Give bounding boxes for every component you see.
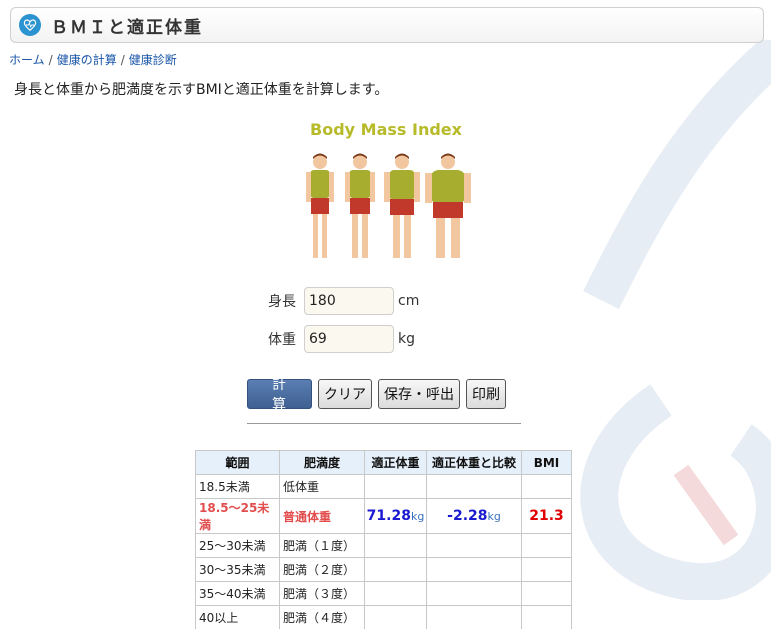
bmi-cell: 21.3 bbox=[521, 498, 572, 534]
illustration-title: Body Mass Index bbox=[310, 120, 462, 139]
column-header-ideal-weight: 適正体重 bbox=[364, 450, 427, 475]
category-cell: 普通体重 bbox=[279, 498, 365, 534]
bmi-cell bbox=[521, 605, 572, 629]
page-title: ＢＭＩと適正体重 bbox=[51, 17, 203, 38]
bmi-cell bbox=[521, 474, 572, 499]
intro-text: 身長と体重から肥満度を示すBMIと適正体重を計算します。 bbox=[14, 82, 389, 98]
weight-unit: kg bbox=[398, 331, 415, 347]
range-cell: 18.5～25未満 bbox=[195, 498, 280, 534]
ideal-weight-cell bbox=[364, 581, 427, 606]
range-cell: 18.5未満 bbox=[195, 474, 280, 499]
ideal-weight-cell bbox=[364, 557, 427, 582]
range-cell: 25～30未満 bbox=[195, 533, 280, 558]
weight-input[interactable] bbox=[304, 325, 394, 353]
table-row-highlighted: 18.5～25未満 普通体重 71.28kg -2.28kg 21.3 bbox=[195, 498, 572, 534]
category-cell: 肥満（１度） bbox=[279, 533, 365, 558]
ideal-weight-cell bbox=[364, 605, 427, 629]
table-row: 35～40未満 肥満（３度） bbox=[195, 581, 572, 606]
calculate-button[interactable]: 計 算 bbox=[247, 377, 312, 413]
breadcrumb-separator: / bbox=[48, 53, 53, 67]
column-header-bmi: BMI bbox=[521, 450, 572, 475]
divider bbox=[247, 423, 521, 424]
heart-pulse-icon bbox=[19, 14, 41, 36]
breadcrumb: ホーム / 健康の計算 / 健康診断 bbox=[9, 51, 177, 68]
range-cell: 30～35未満 bbox=[195, 557, 280, 582]
ideal-weight-cell bbox=[364, 533, 427, 558]
height-label: 身長 bbox=[268, 294, 296, 310]
results-table: 範囲 肥満度 適正体重 適正体重と比較 BMI 18.5未満 低体重 18.5～… bbox=[195, 450, 572, 629]
breadcrumb-home[interactable]: ホーム bbox=[9, 53, 45, 67]
save-load-button[interactable]: 保存・呼出 bbox=[378, 379, 460, 409]
ideal-weight-cell bbox=[364, 474, 427, 499]
bmi-body-figures-illustration bbox=[306, 153, 471, 258]
breadcrumb-health-check[interactable]: 健康診断 bbox=[129, 53, 177, 67]
bmi-cell bbox=[521, 533, 572, 558]
bmi-cell bbox=[521, 557, 572, 582]
category-cell: 低体重 bbox=[279, 474, 365, 499]
range-cell: 35～40未満 bbox=[195, 581, 280, 606]
bmi-cell bbox=[521, 581, 572, 606]
column-header-weight-diff: 適正体重と比較 bbox=[426, 450, 522, 475]
bmi-value: 21.3 bbox=[529, 508, 564, 524]
weight-diff-cell bbox=[426, 581, 522, 606]
ideal-weight-value: 71.28 bbox=[366, 508, 411, 524]
weight-row: 体重 kg bbox=[268, 325, 415, 353]
background-watermark bbox=[580, 40, 771, 600]
ideal-weight-cell: 71.28kg bbox=[364, 498, 427, 534]
category-cell: 肥満（４度） bbox=[279, 605, 365, 629]
weight-diff-cell: -2.28kg bbox=[426, 498, 522, 534]
weight-diff-cell bbox=[426, 605, 522, 629]
table-row: 40以上 肥満（４度） bbox=[195, 605, 572, 629]
weight-diff-cell bbox=[426, 474, 522, 499]
weight-diff-unit: kg bbox=[487, 510, 501, 523]
category-cell: 肥満（３度） bbox=[279, 581, 365, 606]
clear-button[interactable]: クリア bbox=[318, 379, 372, 409]
print-button[interactable]: 印刷 bbox=[466, 379, 506, 409]
height-unit: cm bbox=[398, 293, 420, 309]
height-input[interactable] bbox=[304, 287, 394, 315]
height-row: 身長 cm bbox=[268, 287, 419, 315]
column-header-range: 範囲 bbox=[195, 450, 280, 475]
breadcrumb-separator: / bbox=[120, 53, 125, 67]
range-cell: 40以上 bbox=[195, 605, 280, 629]
action-buttons: 計 算 クリア 保存・呼出 印刷 bbox=[247, 377, 506, 413]
weight-label: 体重 bbox=[268, 332, 296, 348]
ideal-weight-unit: kg bbox=[410, 510, 425, 523]
table-row: 25～30未満 肥満（１度） bbox=[195, 533, 572, 558]
breadcrumb-health-calc[interactable]: 健康の計算 bbox=[57, 53, 117, 67]
weight-diff-value: -2.28 bbox=[447, 508, 488, 524]
table-row: 18.5未満 低体重 bbox=[195, 474, 572, 499]
table-row: 30～35未満 肥満（２度） bbox=[195, 557, 572, 582]
category-cell: 肥満（２度） bbox=[279, 557, 365, 582]
weight-diff-cell bbox=[426, 557, 522, 582]
page-title-bar: ＢＭＩと適正体重 bbox=[10, 7, 764, 43]
weight-diff-cell bbox=[426, 533, 522, 558]
column-header-category: 肥満度 bbox=[279, 450, 365, 475]
table-header-row: 範囲 肥満度 適正体重 適正体重と比較 BMI bbox=[195, 450, 572, 475]
